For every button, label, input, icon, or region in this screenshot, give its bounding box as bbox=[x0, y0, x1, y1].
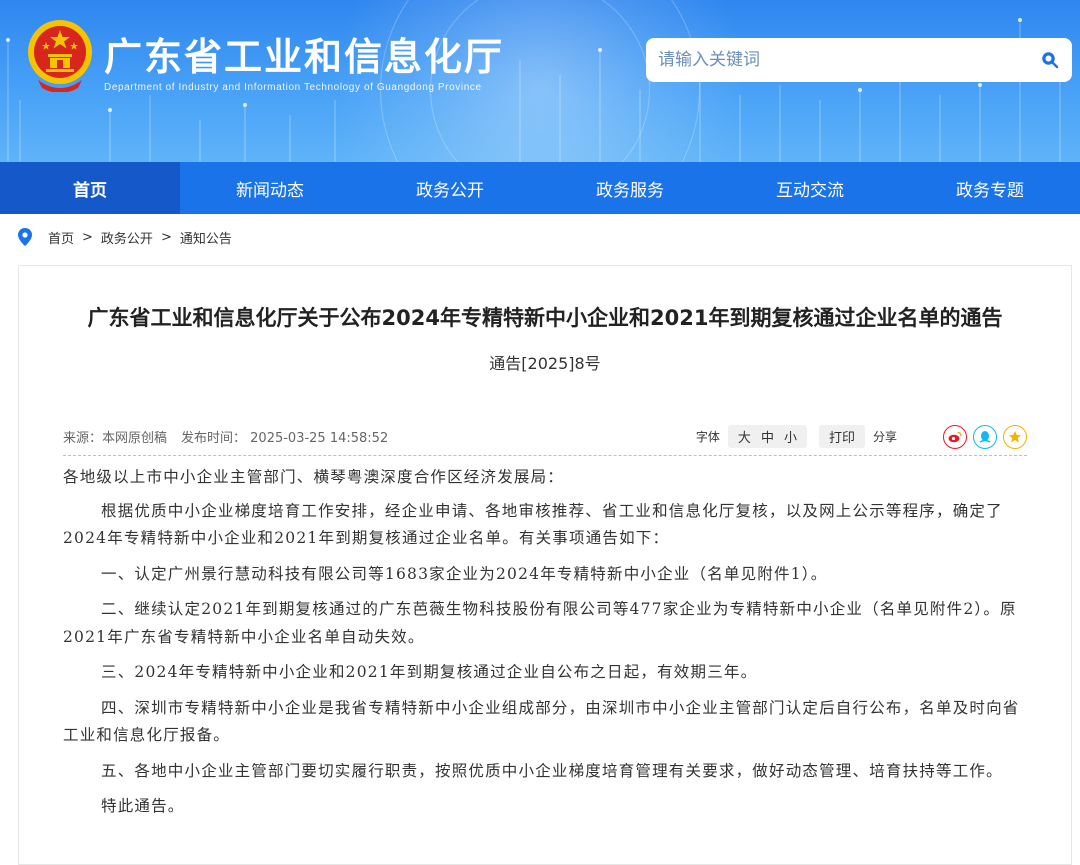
nav-item-gov-affairs[interactable]: 政务公开 bbox=[360, 162, 540, 214]
article-body: 各地级以上市中小企业主管部门、横琴粤澳深度合作区经济发展局： 根据优质中小企业梯… bbox=[63, 464, 1027, 829]
share-icons bbox=[943, 424, 1027, 449]
article-paragraph: 四、深圳市专精特新中小企业是我省专精特新中小企业组成部分，由深圳市中小企业主管部… bbox=[63, 698, 1020, 745]
site-subtitle: Department of Industry and Information T… bbox=[104, 82, 482, 93]
search-button[interactable] bbox=[1028, 38, 1072, 82]
article-salutation: 各地级以上市中小企业主管部门、横琴粤澳深度合作区经济发展局： bbox=[63, 468, 565, 486]
article-meta-bar: 来源：本网原创稿 发布时间： 2025-03-25 14:58:52 字体 大 … bbox=[63, 418, 1027, 456]
nav-item-special-topics[interactable]: 政务专题 bbox=[900, 162, 1080, 214]
site-title: 广东省工业和信息化厅 bbox=[104, 35, 505, 79]
font-size-switcher: 大 中 小 bbox=[727, 425, 807, 448]
qq-icon[interactable] bbox=[973, 424, 997, 449]
breadcrumb-home[interactable]: 首页 bbox=[48, 228, 74, 247]
nav-item-interaction[interactable]: 互动交流 bbox=[720, 162, 900, 214]
article-paragraph: 根据优质中小企业梯度培育工作安排，经企业申请、各地审核推荐、省工业和信息化厅复核… bbox=[63, 501, 1003, 548]
article-paragraph: 一、认定广州景行慧动科技有限公司等1683家企业为2024年专精特新中小企业（名… bbox=[101, 564, 828, 583]
breadcrumb-separator: > bbox=[82, 229, 93, 245]
font-size-large-button[interactable]: 大 bbox=[738, 427, 751, 446]
article-paragraph: 三、2024年专精特新中小企业和2021年到期复核通过企业自公布之日起，有效期三… bbox=[101, 663, 758, 681]
article-paragraph: 特此通告。 bbox=[101, 797, 185, 815]
qzone-icon[interactable] bbox=[1003, 424, 1027, 449]
font-size-small-button[interactable]: 小 bbox=[784, 427, 797, 446]
nav-item-news[interactable]: 新闻动态 bbox=[180, 162, 360, 214]
font-size-label: 字体 bbox=[695, 430, 720, 444]
main-nav: 首页 新闻动态 政务公开 政务服务 互动交流 政务专题 bbox=[0, 162, 1080, 214]
print-button[interactable]: 打印 bbox=[818, 425, 865, 448]
national-emblem-icon bbox=[26, 18, 94, 93]
breadcrumb-separator: > bbox=[160, 229, 172, 245]
article-source: 来源：本网原创稿 bbox=[63, 431, 168, 446]
document-number: 通告[2025]8号 bbox=[489, 354, 601, 373]
nav-item-gov-services[interactable]: 政务服务 bbox=[540, 162, 720, 214]
search-icon bbox=[1042, 52, 1059, 69]
breadcrumb: 首页 > 政务公开 > 通知公告 bbox=[0, 214, 1080, 260]
search-input[interactable] bbox=[658, 38, 1028, 82]
search-box bbox=[646, 38, 1072, 82]
share-label: 分享 bbox=[872, 430, 897, 444]
location-pin-icon bbox=[18, 228, 32, 246]
article-title: 广东省工业和信息化厅关于公布2024年专精特新中小企业和2021年到期复核通过企… bbox=[87, 306, 1003, 330]
article-paragraph: 二、继续认定2021年到期复核通过的广东芭薇生物科技股份有限公司等477家企业为… bbox=[63, 600, 1017, 646]
font-size-medium-button[interactable]: 中 bbox=[761, 427, 774, 446]
site-header: 广东省工业和信息化厅 Department of Industry and In… bbox=[0, 0, 1080, 162]
breadcrumb-gov-affairs[interactable]: 政务公开 bbox=[101, 228, 153, 247]
article-paragraph: 五、各地中小企业主管部门要切实履行职责，按照优质中小企业梯度培育管理有关要求，做… bbox=[101, 761, 1003, 780]
weibo-icon[interactable] bbox=[943, 424, 967, 449]
article-publish-time: 发布时间： 2025-03-25 14:58:52 bbox=[181, 431, 389, 446]
article-panel: 广东省工业和信息化厅关于公布2024年专精特新中小企业和2021年到期复核通过企… bbox=[18, 265, 1072, 865]
breadcrumb-notices[interactable]: 通知公告 bbox=[180, 228, 232, 247]
nav-item-home[interactable]: 首页 bbox=[0, 162, 180, 214]
